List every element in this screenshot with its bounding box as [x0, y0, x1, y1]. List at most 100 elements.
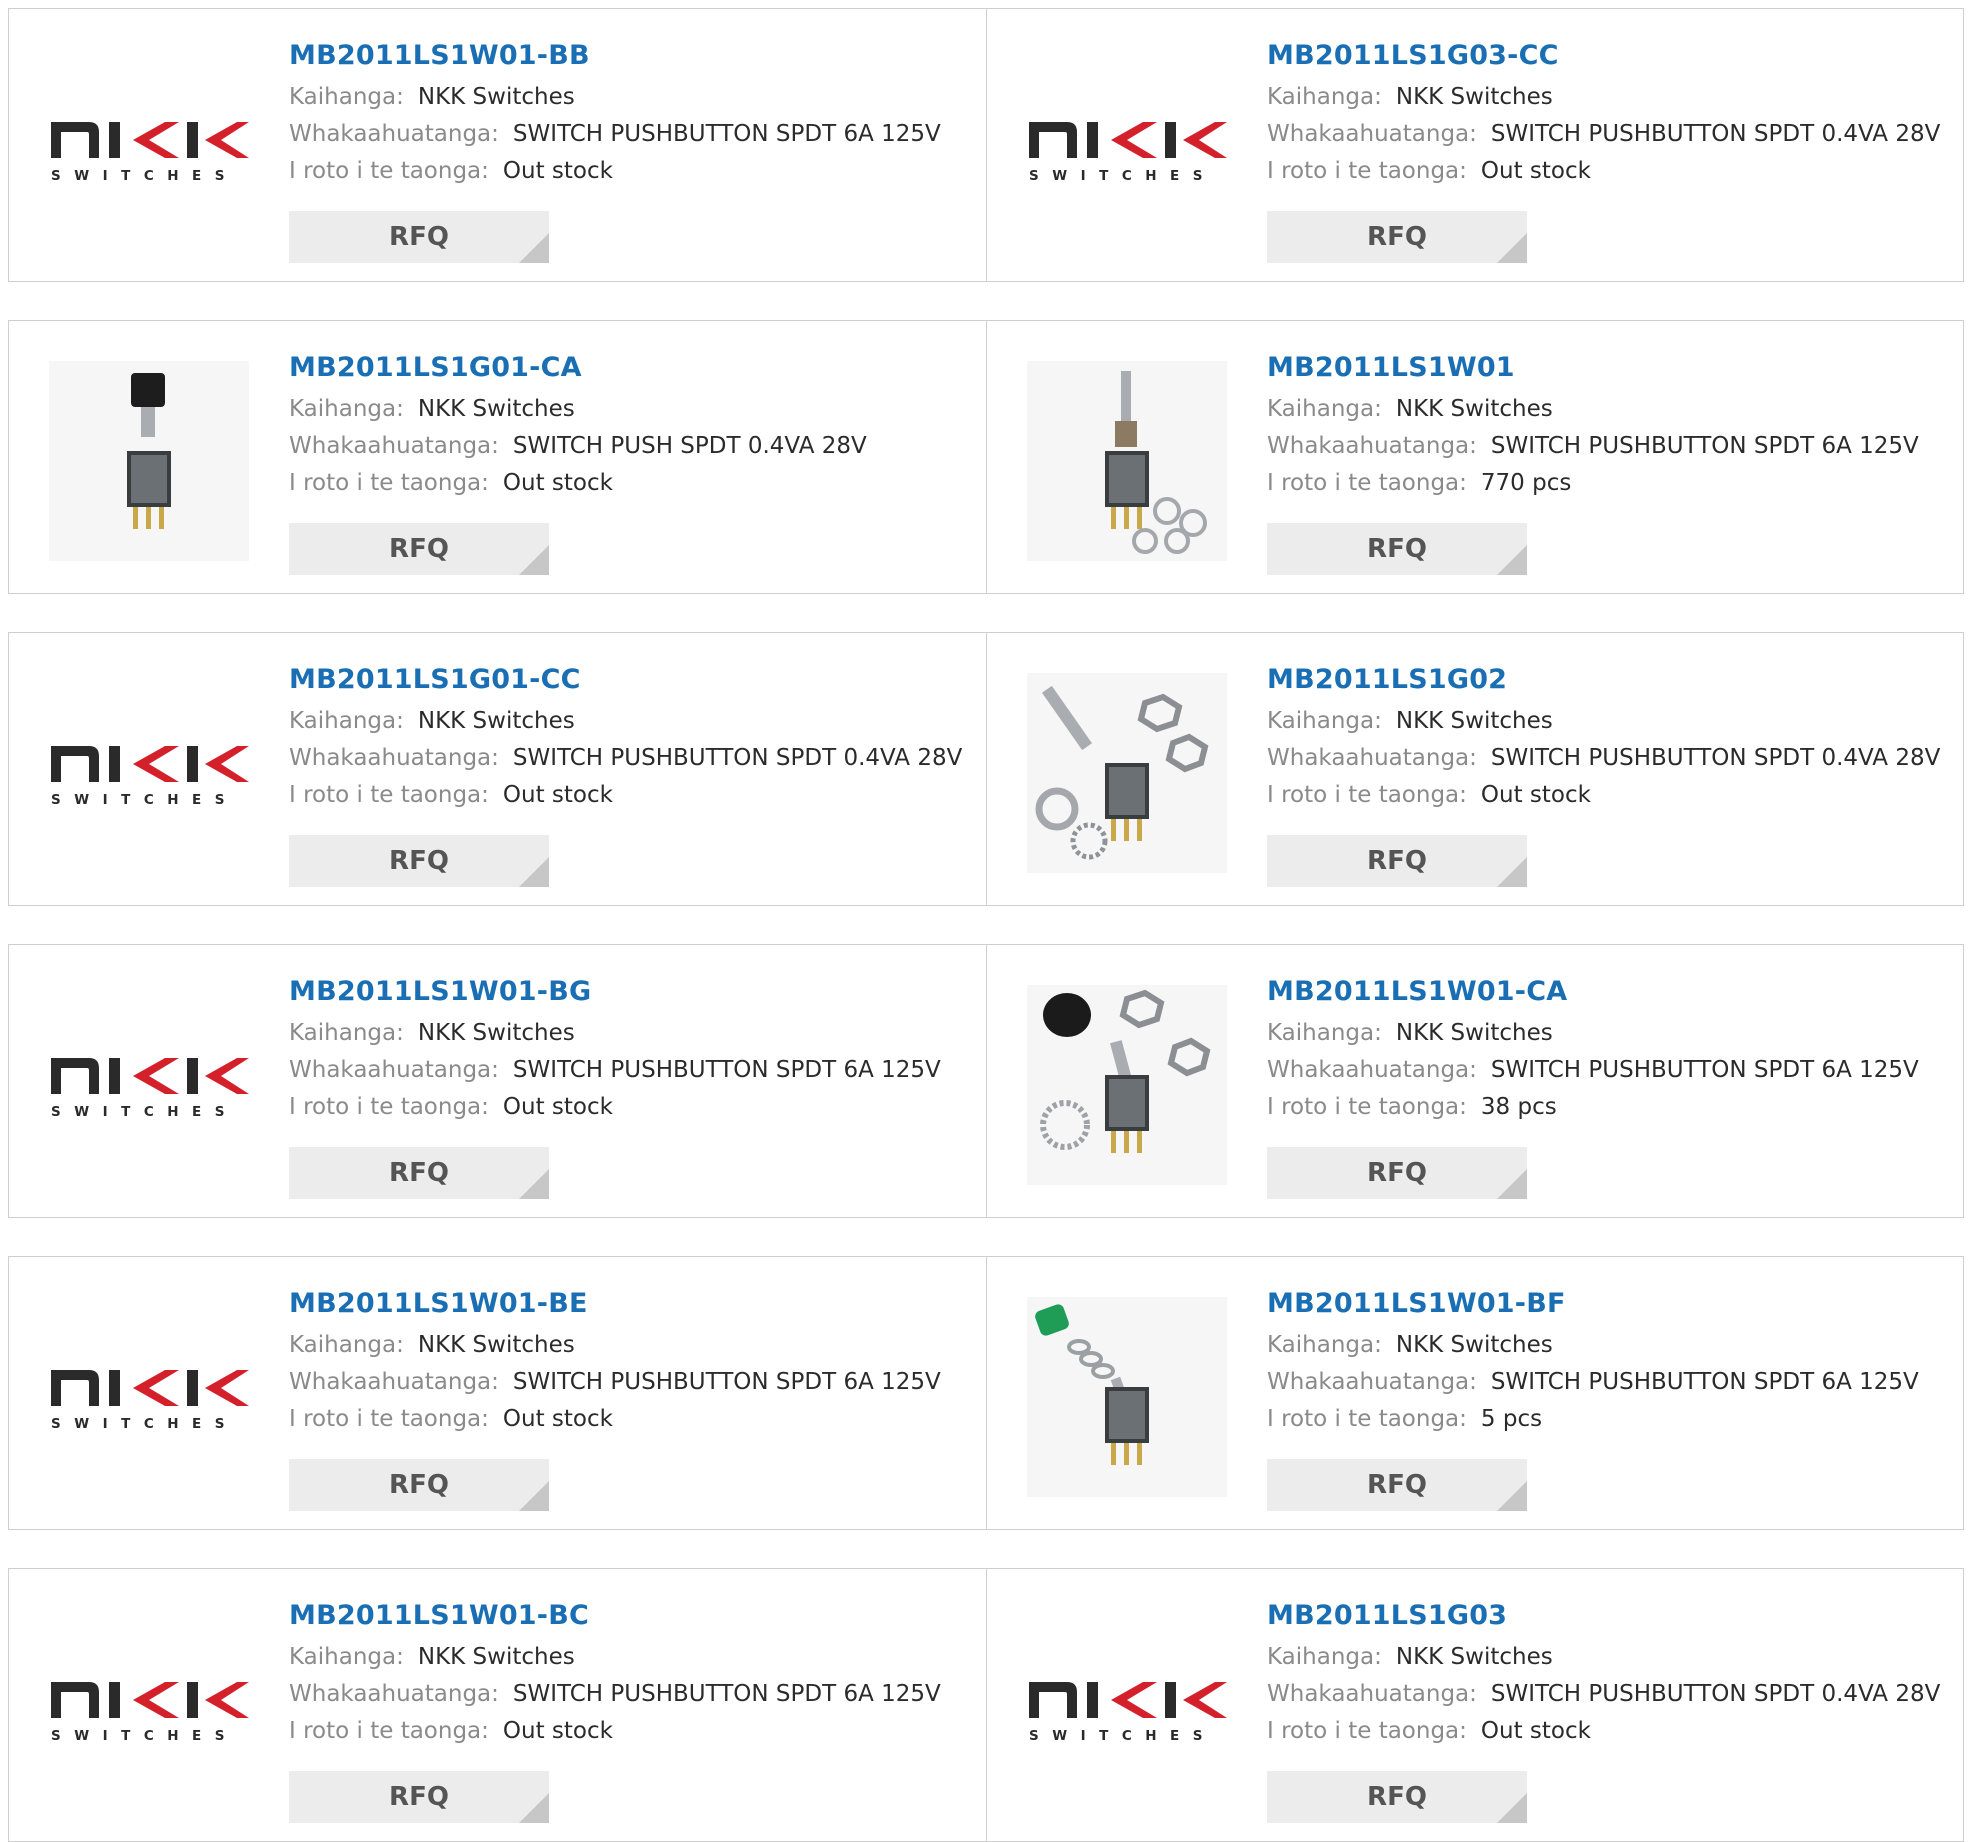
description-row: Whakaahuatanga: SWITCH PUSH SPDT 0.4VA 28…	[289, 428, 976, 465]
stock-label: I roto i te taonga:	[1267, 782, 1467, 808]
description-row: Whakaahuatanga: SWITCH PUSHBUTTON SPDT 6A…	[289, 1052, 976, 1089]
product-title-link[interactable]: MB2011LS1G03-CC	[1267, 37, 1953, 79]
corner-fold-icon	[519, 857, 549, 887]
stock-row: I roto i te taonga: Out stock	[289, 1089, 976, 1126]
stock-label: I roto i te taonga:	[1267, 1094, 1467, 1120]
product-image[interactable]: SWITCHES	[1027, 1609, 1227, 1809]
manufacturer-label: Kaihanga:	[1267, 708, 1382, 734]
corner-fold-icon	[519, 233, 549, 263]
product-info: MB2011LS1W01-BE Kaihanga: NKK Switches Wh…	[289, 1285, 976, 1438]
svg-text:SWITCHES: SWITCHES	[1029, 168, 1216, 184]
product-info: MB2011LS1G01-CA Kaihanga: NKK Switches Wh…	[289, 349, 976, 502]
product-title-link[interactable]: MB2011LS1G03	[1267, 1597, 1953, 1639]
product-title-link[interactable]: MB2011LS1W01-BB	[289, 37, 976, 79]
rfq-button[interactable]: RFQ	[1267, 1459, 1527, 1511]
rfq-button[interactable]: RFQ	[1267, 211, 1527, 263]
manufacturer-label: Kaihanga:	[289, 708, 404, 734]
product-card: SWITCHES MB2011LS1G01-CC Kaihanga: NKK Sw…	[8, 632, 987, 906]
manufacturer-row: Kaihanga: NKK Switches	[289, 391, 976, 428]
rfq-button[interactable]: RFQ	[1267, 523, 1527, 575]
description-row: Whakaahuatanga: SWITCH PUSHBUTTON SPDT 0.…	[289, 740, 976, 777]
product-title-link[interactable]: MB2011LS1W01-BG	[289, 973, 976, 1015]
nkk-logo-icon: SWITCHES	[51, 1370, 249, 1432]
rfq-button-label: RFQ	[1367, 222, 1427, 252]
description-value: SWITCH PUSHBUTTON SPDT 6A 125V	[512, 1369, 941, 1395]
svg-text:SWITCHES: SWITCHES	[51, 168, 238, 184]
product-image[interactable]: SWITCHES	[1027, 49, 1227, 249]
corner-fold-icon	[1497, 545, 1527, 575]
switch-photo-icon	[1027, 1297, 1227, 1497]
product-image[interactable]	[49, 361, 249, 561]
product-card: MB2011LS1G01-CA Kaihanga: NKK Switches Wh…	[8, 320, 987, 594]
stock-value: Out stock	[1480, 158, 1591, 184]
rfq-button[interactable]: RFQ	[289, 1459, 549, 1511]
description-value: SWITCH PUSHBUTTON SPDT 6A 125V	[1490, 1369, 1919, 1395]
product-grid: SWITCHES MB2011LS1W01-BB Kaihanga: NKK Sw…	[0, 0, 1971, 1842]
product-title-link[interactable]: MB2011LS1G01-CC	[289, 661, 976, 703]
rfq-button[interactable]: RFQ	[1267, 1147, 1527, 1199]
manufacturer-label: Kaihanga:	[1267, 1332, 1382, 1358]
product-title-link[interactable]: MB2011LS1W01-BC	[289, 1597, 976, 1639]
manufacturer-row: Kaihanga: NKK Switches	[289, 703, 976, 740]
stock-label: I roto i te taonga:	[289, 158, 489, 184]
rfq-button[interactable]: RFQ	[1267, 1771, 1527, 1823]
stock-value: Out stock	[502, 1094, 613, 1120]
product-image[interactable]: SWITCHES	[49, 49, 249, 249]
switch-photo-icon	[1027, 985, 1227, 1185]
rfq-button[interactable]: RFQ	[289, 211, 549, 263]
manufacturer-label: Kaihanga:	[289, 84, 404, 110]
manufacturer-row: Kaihanga: NKK Switches	[1267, 79, 1953, 116]
product-title-link[interactable]: MB2011LS1W01-BE	[289, 1285, 976, 1327]
stock-label: I roto i te taonga:	[289, 782, 489, 808]
product-title-link[interactable]: MB2011LS1W01-CA	[1267, 973, 1953, 1015]
description-value: SWITCH PUSHBUTTON SPDT 0.4VA 28V	[1490, 1681, 1941, 1707]
description-value: SWITCH PUSHBUTTON SPDT 6A 125V	[512, 1681, 941, 1707]
product-title-link[interactable]: MB2011LS1W01	[1267, 349, 1953, 391]
description-label: Whakaahuatanga:	[1267, 1057, 1477, 1083]
switch-photo-icon	[1027, 361, 1227, 561]
svg-text:SWITCHES: SWITCHES	[51, 1728, 238, 1744]
product-image[interactable]	[1027, 361, 1227, 561]
description-value: SWITCH PUSHBUTTON SPDT 6A 125V	[1490, 1057, 1919, 1083]
description-row: Whakaahuatanga: SWITCH PUSHBUTTON SPDT 0.…	[1267, 740, 1953, 777]
product-image[interactable]	[1027, 985, 1227, 1185]
description-row: Whakaahuatanga: SWITCH PUSHBUTTON SPDT 6A…	[289, 116, 976, 153]
product-card: SWITCHES MB2011LS1W01-BC Kaihanga: NKK Sw…	[8, 1568, 987, 1842]
product-image[interactable]	[1027, 673, 1227, 873]
product-image[interactable]: SWITCHES	[49, 985, 249, 1185]
stock-row: I roto i te taonga: 5 pcs	[1267, 1401, 1953, 1438]
nkk-logo-icon: SWITCHES	[1029, 122, 1227, 184]
product-info: MB2011LS1W01-CA Kaihanga: NKK Switches Wh…	[1267, 973, 1953, 1126]
manufacturer-row: Kaihanga: NKK Switches	[1267, 391, 1953, 428]
product-card: SWITCHES MB2011LS1G03-CC Kaihanga: NKK Sw…	[986, 8, 1964, 282]
description-label: Whakaahuatanga:	[289, 745, 499, 771]
product-image[interactable]: SWITCHES	[49, 673, 249, 873]
rfq-button[interactable]: RFQ	[289, 1147, 549, 1199]
svg-text:SWITCHES: SWITCHES	[51, 1104, 238, 1120]
stock-value: Out stock	[1480, 782, 1591, 808]
product-image[interactable]: SWITCHES	[49, 1297, 249, 1497]
stock-row: I roto i te taonga: Out stock	[289, 153, 976, 190]
product-card: MB2011LS1W01 Kaihanga: NKK Switches Whaka…	[986, 320, 1964, 594]
description-value: SWITCH PUSHBUTTON SPDT 6A 125V	[512, 121, 941, 147]
product-title-link[interactable]: MB2011LS1W01-BF	[1267, 1285, 1953, 1327]
manufacturer-row: Kaihanga: NKK Switches	[289, 79, 976, 116]
rfq-button[interactable]: RFQ	[289, 835, 549, 887]
description-value: SWITCH PUSHBUTTON SPDT 0.4VA 28V	[512, 745, 963, 771]
rfq-button[interactable]: RFQ	[1267, 835, 1527, 887]
product-title-link[interactable]: MB2011LS1G02	[1267, 661, 1953, 703]
rfq-button[interactable]: RFQ	[289, 523, 549, 575]
rfq-button[interactable]: RFQ	[289, 1771, 549, 1823]
description-row: Whakaahuatanga: SWITCH PUSHBUTTON SPDT 6A…	[289, 1676, 976, 1713]
product-info: MB2011LS1W01 Kaihanga: NKK Switches Whaka…	[1267, 349, 1953, 502]
product-image[interactable]	[1027, 1297, 1227, 1497]
product-card: SWITCHES MB2011LS1W01-BE Kaihanga: NKK Sw…	[8, 1256, 987, 1530]
product-title-link[interactable]: MB2011LS1G01-CA	[289, 349, 976, 391]
corner-fold-icon	[519, 1481, 549, 1511]
description-label: Whakaahuatanga:	[1267, 1681, 1477, 1707]
product-image[interactable]: SWITCHES	[49, 1609, 249, 1809]
stock-label: I roto i te taonga:	[289, 1094, 489, 1120]
rfq-button-label: RFQ	[389, 222, 449, 252]
product-info: MB2011LS1G02 Kaihanga: NKK Switches Whaka…	[1267, 661, 1953, 814]
description-label: Whakaahuatanga:	[1267, 745, 1477, 771]
